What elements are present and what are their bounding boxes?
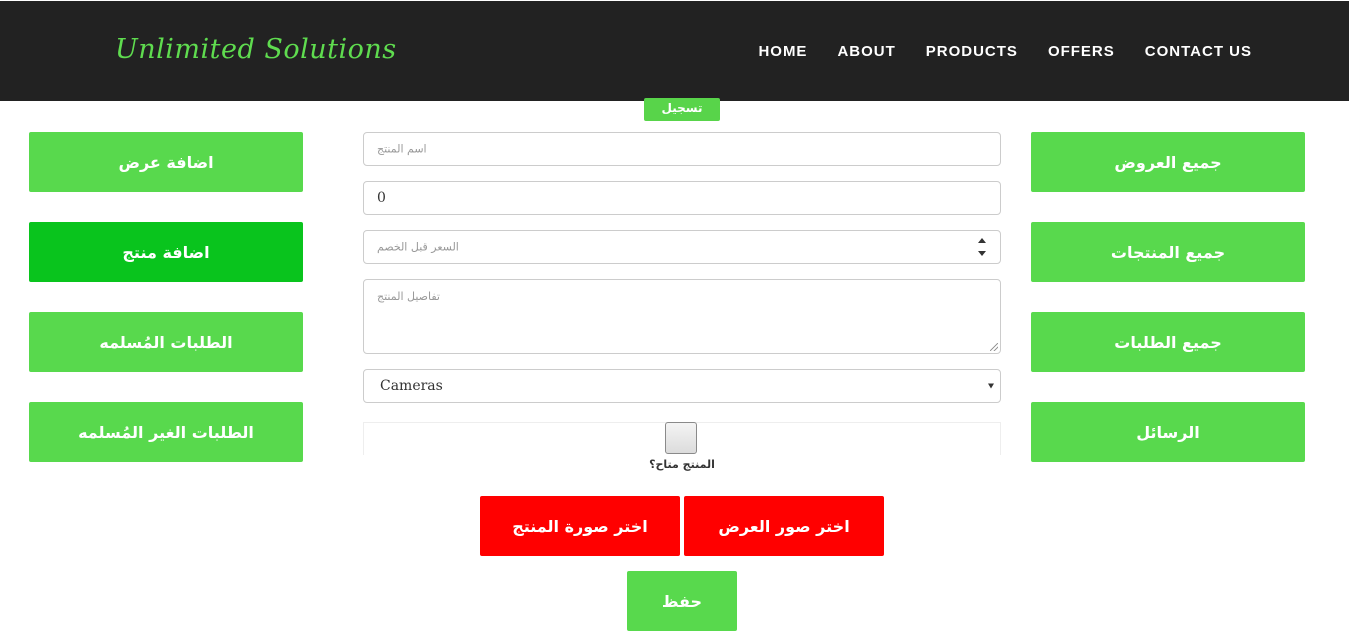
nav-home[interactable]: HOME [758,43,807,60]
nav-products[interactable]: PRODUCTS [926,43,1018,60]
choose-product-image-button[interactable]: اختر صورة المنتج [480,496,680,556]
price-input[interactable]: 0 [363,181,1001,215]
add-product-button[interactable]: اضافة منتج [29,222,303,282]
product-details-textarea[interactable]: تفاصيل المنتج [363,279,1001,354]
all-offers-button[interactable]: جميع العروض [1031,132,1305,192]
main-nav: HOME ABOUT PRODUCTS OFFERS CONTACT US [758,43,1252,60]
product-details-placeholder: تفاصيل المنتج [377,290,440,303]
logout-button[interactable]: تسجيل خروج [644,98,720,135]
select-chevron-icon [988,383,994,389]
old-price-placeholder: السعر قبل الخصم [377,240,459,254]
resize-grip-icon[interactable] [990,343,998,351]
navbar: Unlimited Solutions HOME ABOUT PRODUCTS … [0,0,1349,101]
spinner-arrows-icon[interactable] [978,238,986,256]
nav-contact[interactable]: CONTACT US [1145,43,1252,60]
add-offer-button[interactable]: اضافة عرض [29,132,303,192]
available-label: المنتج متاح؟ [649,458,715,471]
brand-logo[interactable]: Unlimited Solutions [115,34,397,65]
all-orders-button[interactable]: جميع الطلبات [1031,312,1305,372]
nav-offers[interactable]: OFFERS [1048,43,1115,60]
product-name-input[interactable]: اسم المنتج [363,132,1001,166]
choose-offer-images-button[interactable]: اختر صور العرض [684,496,884,556]
messages-button[interactable]: الرسائل [1031,402,1305,462]
product-name-placeholder: اسم المنتج [377,142,427,156]
all-products-button[interactable]: جميع المنتجات [1031,222,1305,282]
old-price-input[interactable]: السعر قبل الخصم [363,230,1001,264]
delivered-orders-button[interactable]: الطلبات المُسلمه [29,312,303,372]
category-select[interactable]: Cameras [363,369,1001,403]
price-value: 0 [377,190,386,206]
save-button[interactable]: حفظ [627,571,737,631]
available-checkbox[interactable] [665,422,697,454]
nav-about[interactable]: ABOUT [837,43,895,60]
undelivered-orders-button[interactable]: الطلبات الغير المُسلمه [29,402,303,462]
category-selected-value: Cameras [380,378,443,394]
